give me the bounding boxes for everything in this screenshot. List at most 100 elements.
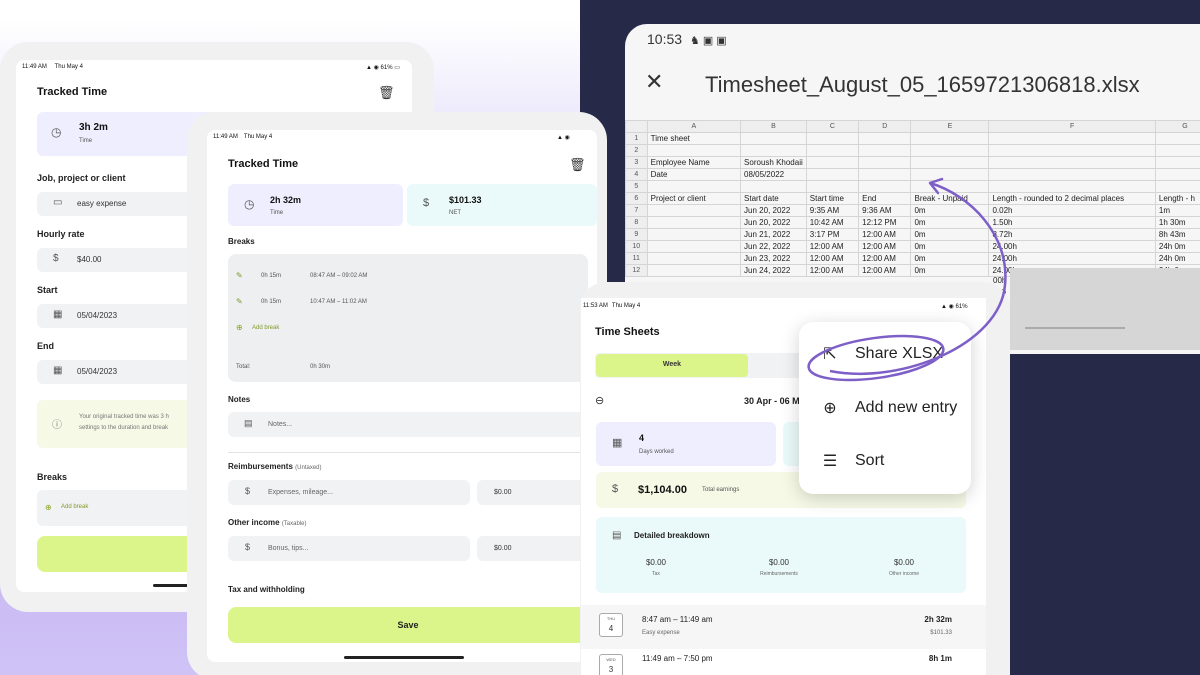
list-icon: ▤ <box>612 530 622 541</box>
sheet-cell[interactable] <box>1154 168 1200 181</box>
sheet-cell[interactable] <box>910 132 990 145</box>
trash-icon[interactable]: 🗑 <box>569 157 586 173</box>
status-bar: 11:49 AM Thu May 4 <box>213 134 273 140</box>
sheet-cell[interactable] <box>988 132 1156 145</box>
sheet-cell[interactable]: 1h 30m <box>1154 216 1200 229</box>
sheet-cell[interactable] <box>858 144 912 157</box>
sort-icon: ☰ <box>822 453 838 470</box>
entry-day: THU <box>606 616 616 621</box>
sheet-cell[interactable] <box>988 156 1156 169</box>
sheet-cell[interactable] <box>1154 156 1200 169</box>
sheet-cell[interactable]: 1m <box>1154 204 1200 217</box>
reimbursements-field[interactable]: $ Expenses, mileage... <box>228 480 470 505</box>
sheet-cell[interactable]: Soroush Khodaii <box>740 156 807 169</box>
row-header[interactable]: 4 <box>625 168 648 181</box>
sheet-cell[interactable]: Date <box>646 168 742 181</box>
row-header[interactable]: 2 <box>625 144 648 157</box>
add-break-link[interactable]: Add break <box>252 325 279 331</box>
sheet-cell[interactable] <box>740 132 807 145</box>
scroll-indicator[interactable] <box>1025 327 1125 329</box>
rate-label: Hourly rate <box>37 229 85 239</box>
save-button[interactable]: Save <box>228 607 588 643</box>
row-header[interactable]: 5 <box>625 180 648 193</box>
sheet-cell[interactable] <box>646 240 742 253</box>
sheet-cell[interactable] <box>646 252 742 265</box>
row-header[interactable]: 8 <box>625 216 648 229</box>
sheet-cell[interactable] <box>646 228 742 241</box>
edit-icon[interactable]: ✎ <box>236 271 243 280</box>
reimbursements-amount[interactable]: $0.00 <box>477 480 588 505</box>
sheet-cell[interactable] <box>1154 132 1200 145</box>
start-field[interactable]: ▦ 05/04/2023 <box>37 304 197 328</box>
save-button-partial[interactable] <box>37 536 207 572</box>
end-field[interactable]: ▦ 05/04/2023 <box>37 360 197 384</box>
sheet-cell[interactable] <box>646 180 742 193</box>
column-header[interactable] <box>625 120 648 133</box>
sheet-cell[interactable]: 24h 0m <box>1154 240 1200 253</box>
prev-arrow-icon[interactable]: ⊖ <box>595 394 604 407</box>
sheet-cell[interactable] <box>910 144 990 157</box>
column-header[interactable]: G <box>1154 120 1200 133</box>
sheet-cell[interactable]: 24h 0m <box>1154 252 1200 265</box>
sheet-cell[interactable] <box>1154 180 1200 193</box>
sheet-cell[interactable] <box>646 204 742 217</box>
divider <box>228 452 588 453</box>
sheet-cell[interactable] <box>910 156 990 169</box>
tab-week[interactable]: Week <box>596 354 748 377</box>
add-break-link[interactable]: Add break <box>61 504 88 510</box>
sort-item[interactable]: ☰ Sort <box>819 451 885 471</box>
home-indicator <box>344 656 464 659</box>
entry-row[interactable]: WED 3 11:49 am – 7:50 pm 8h 1m <box>581 650 986 675</box>
column-header[interactable]: F <box>988 120 1156 133</box>
sheet-cell[interactable] <box>646 264 742 277</box>
column-header[interactable]: A <box>646 120 742 133</box>
sheet-cell[interactable] <box>805 132 860 145</box>
sheet-cell[interactable] <box>988 144 1156 157</box>
row-header[interactable]: 3 <box>625 156 648 169</box>
sheet-cell[interactable] <box>646 216 742 229</box>
sheet-cell[interactable] <box>646 144 742 157</box>
entry-row[interactable]: THU 4 8:47 am – 11:49 am Easy expense 2h… <box>581 605 986 649</box>
row-header[interactable]: 12 <box>625 264 648 277</box>
other-income-field[interactable]: $ Bonus, tips... <box>228 536 470 561</box>
notes-field[interactable]: ▤ Notes... <box>228 412 588 437</box>
calendar-icon: ▦ <box>612 437 623 449</box>
row-header[interactable]: 1 <box>625 132 648 145</box>
close-icon[interactable]: ✕ <box>645 69 663 95</box>
edit-icon[interactable]: ✎ <box>236 297 243 306</box>
sheet-cell[interactable] <box>805 156 860 169</box>
sheet-cell[interactable]: 8h 43m <box>1154 228 1200 241</box>
column-header[interactable]: D <box>858 120 912 133</box>
tab-week-label: Week <box>662 361 682 368</box>
highlight-circle <box>807 334 945 382</box>
sheet-cell[interactable]: Length - h <box>1154 192 1200 205</box>
column-header[interactable]: B <box>740 120 807 133</box>
earnings-label: Total earnings <box>702 487 740 493</box>
calendar-icon: ▦ <box>53 309 63 320</box>
sheet-cell[interactable] <box>740 144 807 157</box>
sheet-cell[interactable]: Project or client <box>646 192 742 205</box>
row-header[interactable]: 6 <box>625 192 648 205</box>
job-label: Job, project or client <box>37 173 126 183</box>
money-icon: $ <box>612 483 619 495</box>
job-field[interactable]: ▭ easy expense <box>37 192 197 216</box>
other-income-amount[interactable]: $0.00 <box>477 536 588 561</box>
rate-field[interactable]: $ $40.00 <box>37 248 197 272</box>
break-duration: 0h 15m <box>261 273 282 279</box>
trash-icon[interactable]: 🗑 <box>378 85 395 101</box>
column-header[interactable]: C <box>805 120 860 133</box>
sheet-cell[interactable] <box>1154 144 1200 157</box>
phone-status-bar: 10:53 ♞ ▣ ▣ <box>647 31 727 47</box>
reimbursements-heading: Reimbursements (Untaxed) <box>228 462 322 471</box>
sheet-cell[interactable] <box>858 132 912 145</box>
sheet-cell[interactable] <box>858 156 912 169</box>
row-header[interactable]: 9 <box>625 228 648 241</box>
sheet-cell[interactable]: Employee Name <box>646 156 742 169</box>
add-break-row[interactable]: ⊕ Add break <box>37 490 197 526</box>
sheet-cell[interactable]: Time sheet <box>646 132 742 145</box>
column-header[interactable]: E <box>910 120 990 133</box>
row-header[interactable]: 7 <box>625 204 648 217</box>
row-header[interactable]: 10 <box>625 240 648 253</box>
sheet-cell[interactable] <box>805 144 860 157</box>
row-header[interactable]: 11 <box>625 252 648 265</box>
